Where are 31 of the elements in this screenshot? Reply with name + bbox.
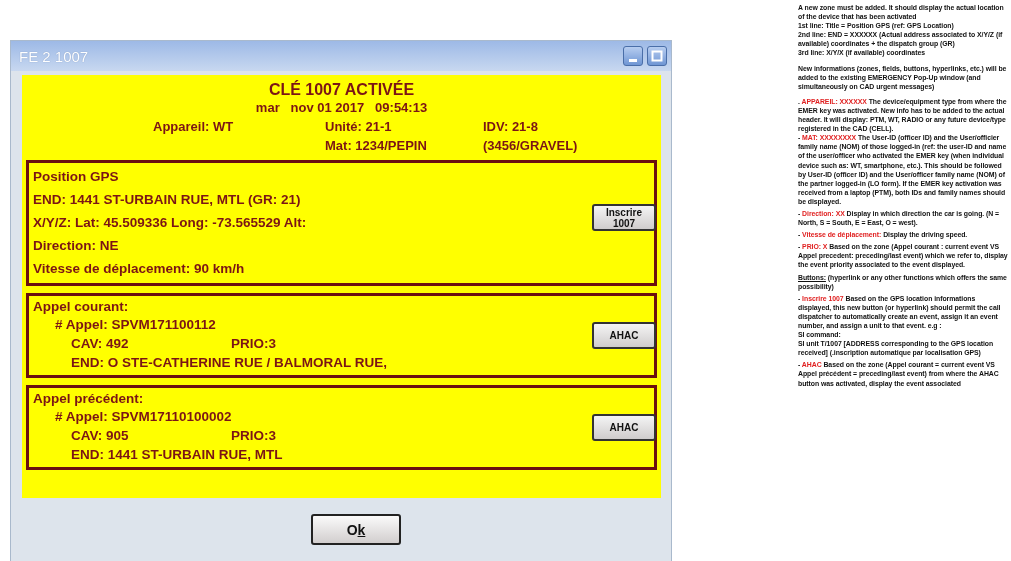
gps-info: Vitesse de déplacement: 90 km/h [33, 260, 246, 278]
ahac-button[interactable]: AHAC [592, 413, 656, 441]
header-field: Appareil: WT [153, 119, 325, 134]
call-number: # Appel: SPVM17110100002 [54, 408, 233, 426]
priority-value: PRIO:3 [231, 427, 276, 445]
header-field: Mat: 1234/PEPIN [325, 138, 483, 153]
maximize-icon [651, 50, 663, 62]
alert-title: CLÉ 1007 ACTIVÉE [267, 81, 416, 99]
call-number: # Appel: SPVM171100112 [54, 316, 217, 334]
section-title: Appel courant: [33, 298, 130, 315]
minimize-icon [629, 58, 637, 62]
header-field: (3456/GRAVEL) [483, 138, 638, 153]
minimize-button[interactable] [623, 46, 643, 66]
gps-info: X/Y/Z: Lat: 45.509336 Long: -73.565529 Alt: [33, 214, 307, 232]
ahac-button[interactable]: AHAC [592, 321, 656, 349]
cav-value: CAV: 492 [71, 335, 130, 353]
call-address: END: O STE-CATHERINE RUE / BALMORAL RUE, [70, 354, 387, 372]
alert-timestamp: mar nov 01 2017 09:54:13 [254, 100, 429, 115]
maximize-button[interactable] [647, 46, 667, 66]
ok-button[interactable]: Ok [311, 514, 401, 545]
header-field: Unité: 21-1 [325, 119, 483, 134]
section-title: Appel précédent: [33, 390, 145, 407]
priority-value: PRIO:3 [231, 335, 276, 353]
gps-info: Direction: NE [33, 237, 120, 255]
window-title: FE 2 1007 [19, 47, 89, 65]
header-field: IDV: 21-8 [483, 119, 638, 134]
call-address: END: 1441 ST-URBAIN RUE, MTL [70, 446, 283, 464]
section-title: Position GPS [33, 168, 120, 186]
cav-value: CAV: 905 [71, 427, 130, 445]
register-button[interactable]: Inscrire 1007 [592, 204, 656, 231]
gps-info: END: 1441 ST-URBAIN RUE, MTL (GR: 21) [33, 191, 302, 209]
